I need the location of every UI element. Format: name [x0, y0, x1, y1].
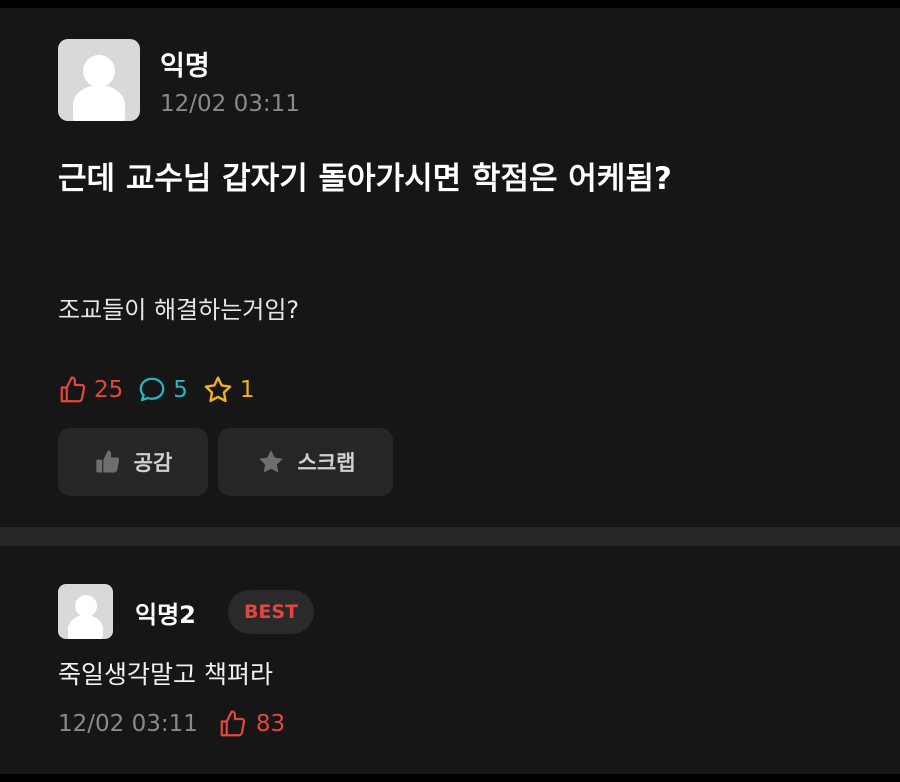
best-badge: BEST: [228, 590, 314, 634]
thumbs-up-icon[interactable]: [218, 709, 248, 739]
like-count: 25: [94, 377, 124, 403]
like-count-stat: 25: [58, 375, 123, 405]
scrap-button[interactable]: 스크랩: [218, 428, 393, 496]
comment-like-count: 83: [255, 711, 286, 737]
post-author-name[interactable]: 익명: [160, 44, 210, 83]
post-stats: 25 5 1: [58, 372, 269, 408]
post-timestamp: 12/02 03:11: [160, 91, 300, 117]
thumbs-up-filled-icon: [96, 450, 119, 473]
comment-author-name[interactable]: 익명2: [135, 595, 196, 630]
post-card: 익명 12/02 03:11 근데 교수님 갑자기 돌아가시면 학점은 어케됨?…: [0, 8, 900, 527]
comment-timestamp: 12/02 03:11: [58, 711, 198, 737]
comment-text: 죽일생각말고 책펴라: [58, 660, 273, 689]
comment-count: 5: [173, 377, 188, 403]
star-icon: [204, 376, 232, 403]
comment-count-stat: 5: [137, 375, 188, 405]
speech-bubble-icon: [139, 377, 165, 402]
scrap-count-stat: 1: [202, 374, 255, 406]
like-button[interactable]: 공감: [58, 428, 208, 496]
post-title: 근데 교수님 갑자기 돌아가시면 학점은 어케됨?: [58, 161, 672, 197]
star-filled-icon: [258, 450, 283, 473]
comment-author-avatar[interactable]: [58, 584, 113, 639]
post-body: 조교들이 해결하는거임?: [58, 296, 300, 324]
scrap-button-label: 스크랩: [297, 451, 356, 475]
post-author-avatar[interactable]: [58, 39, 140, 121]
scrap-count: 1: [239, 377, 255, 403]
thumbs-up-icon: [60, 376, 86, 403]
like-button-label: 공감: [133, 451, 173, 475]
comment-meta: 12/02 03:11 83: [58, 705, 285, 743]
section-divider: [0, 527, 900, 546]
